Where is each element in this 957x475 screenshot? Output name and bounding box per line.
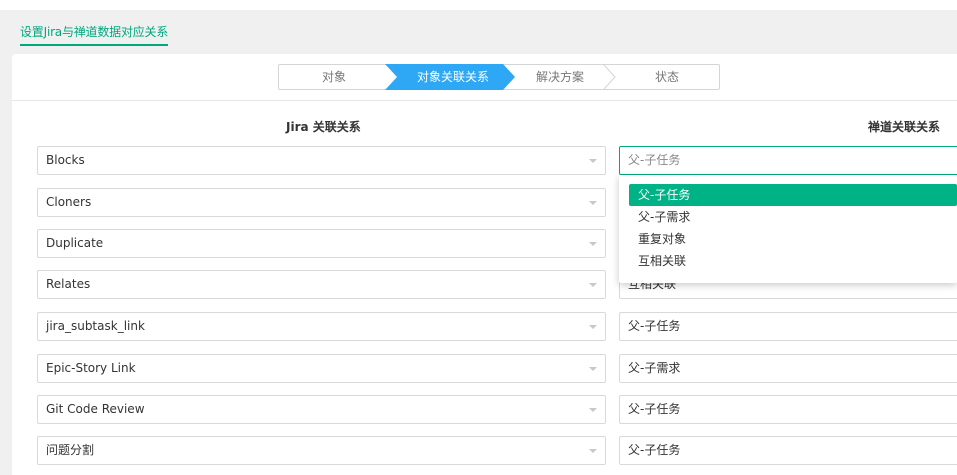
step-status[interactable]: 状态 <box>615 65 719 89</box>
dropdown-option[interactable]: 重复对象 <box>629 228 957 250</box>
select-value: jira_subtask_link <box>46 319 145 333</box>
select-value: Duplicate <box>46 236 104 250</box>
select-value: 父-子任务 <box>628 319 681 333</box>
jira-relation-select[interactable]: Cloners <box>37 188 606 217</box>
zentao-relation-select[interactable]: 父-子需求 <box>619 354 957 383</box>
zentao-relation-select[interactable]: 父-子任务 <box>619 312 957 341</box>
jira-relation-select[interactable]: 问题分割 <box>37 436 606 465</box>
jira-relation-select[interactable]: Duplicate <box>37 229 606 258</box>
chevron-down-icon <box>589 449 597 453</box>
chevron-down-icon <box>589 325 597 329</box>
top-strip <box>0 0 957 10</box>
wizard-steps: 对象 对象关联关系 解决方案 状态 <box>278 64 720 90</box>
select-value: 父-子需求 <box>628 361 681 375</box>
step-resolution[interactable]: 解决方案 <box>515 65 605 89</box>
step-object-relation[interactable]: 对象关联关系 <box>397 65 509 89</box>
zentao-relation-select[interactable]: 父-子任务 <box>619 146 957 175</box>
jira-relation-select[interactable]: Blocks <box>37 146 606 175</box>
select-value: 父-子任务 <box>628 402 681 416</box>
zentao-relation-select[interactable]: 父-子任务 <box>619 395 957 424</box>
select-value: 父-子任务 <box>628 153 681 167</box>
step-object[interactable]: 对象 <box>279 65 389 89</box>
jira-column-header: Jira 关联关系 <box>286 120 361 134</box>
select-value: 问题分割 <box>46 443 95 457</box>
jira-relation-select[interactable]: Relates <box>37 270 606 299</box>
chevron-down-icon <box>589 242 597 246</box>
chevron-down-icon <box>589 367 597 371</box>
select-value: Blocks <box>46 153 85 167</box>
dropdown-option[interactable]: 父-子需求 <box>629 206 957 228</box>
select-value: Git Code Review <box>46 402 145 416</box>
select-value: Epic-Story Link <box>46 361 136 375</box>
select-value: Cloners <box>46 195 92 209</box>
mapping-panel: 对象 对象关联关系 解决方案 状态 Jira 关联关系 禅道关联关系 Block… <box>12 54 957 475</box>
dropdown-option[interactable]: 互相关联 <box>629 250 957 272</box>
zentao-column-header: 禅道关联关系 <box>868 120 941 134</box>
select-value: 父-子任务 <box>628 443 681 457</box>
chevron-down-icon <box>589 159 597 163</box>
chevron-down-icon <box>589 201 597 205</box>
page-title: 设置Jira与禅道数据对应关系 <box>20 23 168 46</box>
zentao-relation-select[interactable]: 父-子任务 <box>619 436 957 465</box>
chevron-down-icon <box>589 408 597 412</box>
steps-bar: 对象 对象关联关系 解决方案 状态 <box>12 54 957 101</box>
jira-relation-select[interactable]: Git Code Review <box>37 395 606 424</box>
zentao-relation-dropdown: 父-子任务 父-子需求 重复对象 互相关联 <box>619 175 957 283</box>
jira-relation-select[interactable]: Epic-Story Link <box>37 354 606 383</box>
dropdown-option[interactable]: 父-子任务 <box>629 184 957 206</box>
jira-relation-select[interactable]: jira_subtask_link <box>37 312 606 341</box>
select-value: Relates <box>46 277 91 291</box>
chevron-down-icon <box>589 283 597 287</box>
